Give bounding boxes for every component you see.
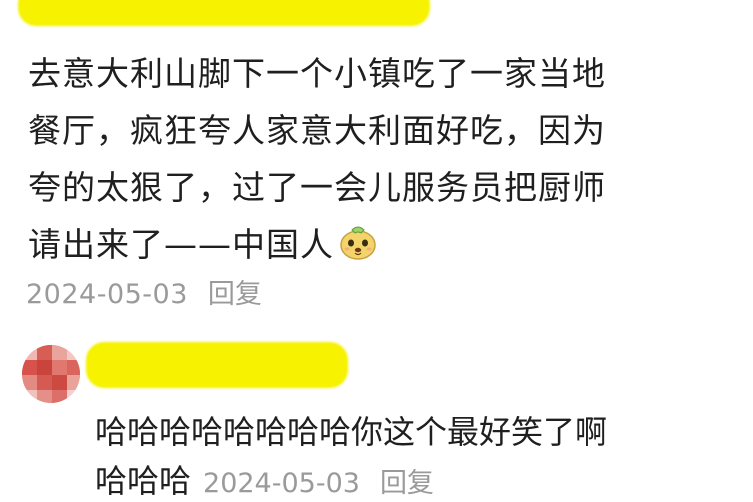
reply-date: 2024-05-03: [203, 468, 360, 499]
comment-line-4: 请出来了——中国人: [28, 216, 606, 273]
comment-line-3: 夸的太狠了，过了一会儿服务员把厨师: [28, 168, 606, 207]
redacted-username-top: [18, 0, 430, 26]
comment-line-1: 去意大利山脚下一个小镇吃了一家当地: [28, 54, 606, 93]
comment-date: 2024-05-03: [26, 279, 188, 310]
comment-line-2: 餐厅，疯狂夸人家意大利面好吃，因为: [28, 111, 606, 150]
reply-meta: 哈哈哈 2024-05-03 回复: [95, 456, 434, 502]
reply-to-reply-button[interactable]: 回复: [380, 468, 434, 499]
reply-body-continued: 哈哈哈: [95, 462, 192, 500]
dog-face-icon: [340, 226, 376, 260]
reply-button[interactable]: 回复: [208, 279, 262, 310]
reply-body: 哈哈哈哈哈哈哈哈你这个最好笑了啊: [95, 413, 608, 451]
redacted-username-reply: [86, 342, 348, 388]
comment-body: 去意大利山脚下一个小镇吃了一家当地 餐厅，疯狂夸人家意大利面好吃，因为 夸的太狠…: [28, 45, 606, 273]
avatar[interactable]: [22, 345, 80, 403]
comment-meta: 2024-05-03 回复: [26, 272, 262, 311]
comment-line-4-text: 请出来了——中国人: [28, 225, 334, 264]
